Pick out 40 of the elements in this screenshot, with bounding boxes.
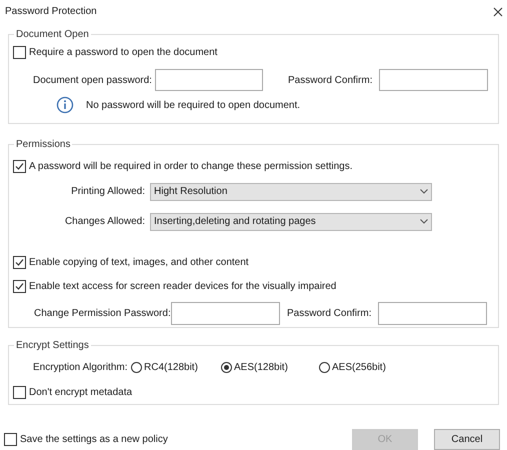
field-label: Password Confirm: [287, 306, 372, 321]
checkbox[interactable] [13, 160, 26, 173]
radio-label: RC4(128bit) [144, 360, 198, 375]
checkbox[interactable] [13, 386, 26, 399]
checkbox-label: Enable copying of text, images, and other content [29, 256, 249, 270]
checkbox-label: A password will be required in order to change these permission settings. [29, 160, 353, 174]
input-field[interactable] [378, 302, 487, 325]
info-message: No password will be required to open document. [86, 98, 300, 113]
field-label: Document open password: [33, 74, 153, 88]
field-label: Password Confirm: [288, 74, 374, 88]
info-icon [56, 96, 74, 114]
group-legend: Document Open [14, 27, 91, 42]
checkbox-label: Save the settings as a new policy [20, 432, 168, 447]
input-field[interactable] [379, 69, 488, 92]
dropdown[interactable]: Hight Resolution [150, 182, 432, 201]
window-title: Password Protection [5, 5, 97, 20]
checkbox[interactable] [13, 46, 26, 60]
dropdown[interactable]: Inserting,deleting and rotating pages [150, 212, 432, 231]
checkbox-label: Don't encrypt metadata [29, 386, 132, 400]
checkbox[interactable] [4, 432, 17, 446]
radio-button[interactable] [221, 362, 232, 373]
input-field[interactable] [171, 302, 280, 325]
caret-icon [420, 219, 428, 224]
cancel-button[interactable]: Cancel [434, 428, 500, 450]
radio-button[interactable] [319, 362, 330, 373]
radio-label: AES(256bit) [332, 360, 386, 375]
field-label: Encryption Algorithm: [33, 360, 128, 375]
radio-button[interactable] [131, 362, 142, 373]
input-field[interactable] [155, 69, 263, 92]
caret-icon [420, 189, 428, 194]
group-legend: Encrypt Settings [14, 338, 91, 353]
checkbox-label: Enable text access for screen reader devices for the visually impaired [29, 280, 336, 294]
field-label: Changes Allowed: [64, 215, 146, 230]
checkbox[interactable] [13, 256, 26, 269]
close-icon[interactable] [493, 6, 503, 17]
radio-label: AES(128bit) [234, 360, 288, 375]
checkbox[interactable] [13, 280, 26, 293]
field-label: Printing Allowed: [70, 185, 146, 200]
checkbox-label: Require a password to open the document [29, 46, 218, 60]
field-label: Change Permission Password: [34, 306, 171, 321]
